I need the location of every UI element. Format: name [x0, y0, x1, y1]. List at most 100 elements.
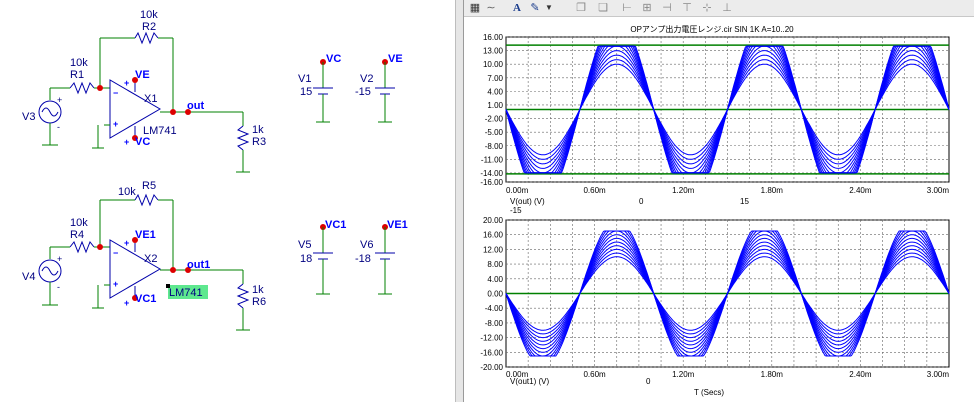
svg-text:+: +: [57, 95, 62, 105]
transient-plots[interactable]: OPアンプ出力電圧レンジ.cir SIN 1K A=10..20 16.00 13…: [464, 17, 974, 402]
r5-value: 10k: [118, 186, 136, 198]
svg-text:-: -: [57, 282, 60, 292]
resistor-r3[interactable]: 1k R3: [236, 112, 266, 173]
plot-vout[interactable]: OPアンプ出力電圧レンジ.cir SIN 1K A=10..20 16.00 13…: [480, 24, 950, 215]
v5-name: V5: [298, 239, 311, 251]
x1-name: X1: [144, 93, 157, 105]
svg-text:+: +: [113, 279, 118, 289]
align-top-icon[interactable]: ⊤: [680, 1, 694, 15]
y-tick-label: -12.00: [480, 334, 503, 343]
r5-name: R5: [142, 180, 156, 192]
x-tick-label: 1.20m: [672, 370, 695, 379]
align-right-icon[interactable]: ⊣: [660, 1, 674, 15]
x1-pos-supply: VE: [135, 69, 150, 81]
opamp-x1[interactable]: − + VE + VC + X1 LM741: [92, 69, 177, 149]
svg-text:+: +: [124, 137, 129, 147]
vout1-trace-label: V(out1) (V): [510, 377, 549, 386]
x2-pos-supply: VE1: [135, 229, 156, 241]
out-node-label: out: [187, 100, 204, 112]
y-tick-label: -14.00: [480, 169, 503, 178]
y-tick-label: -8.00: [485, 319, 504, 328]
x-tick-label: 0.60m: [583, 370, 606, 379]
vout-bottom-value-1: -15: [510, 206, 522, 215]
supply-v5[interactable]: VC1 V5 18: [298, 219, 346, 295]
vout-bottom-value-2: 0: [639, 197, 644, 206]
r1-value: 10k: [70, 57, 88, 69]
pane-splitter[interactable]: [455, 0, 464, 402]
plot-vout-y-ticks: 16.00 13.00 10.00 7.00 4.00 1.00 -2.00 -5.00 -8.…: [480, 33, 503, 187]
y-tick-label: 16.00: [483, 33, 504, 42]
r2-value: 10k: [140, 9, 158, 21]
align-center-icon[interactable]: ⊞: [640, 1, 654, 15]
dropdown-arrow-icon[interactable]: ▼: [544, 1, 554, 15]
y-tick-label: 13.00: [483, 47, 504, 56]
circuit-2: 10k R5 10k R4 V4 + - − + VE1 + VC1 + X2 …: [22, 180, 408, 331]
v1-name: V1: [298, 73, 311, 85]
r4-value: 10k: [70, 217, 88, 229]
r6-value: 1k: [252, 284, 264, 296]
v5-value: 18: [300, 253, 312, 265]
plot-area[interactable]: OPアンプ出力電圧レンジ.cir SIN 1K A=10..20 16.00 13…: [464, 17, 974, 402]
plot-vout1-y-ticks: 20.00 16.00 12.00 8.00 4.00 0.00 -4.00 -8.00 -12…: [480, 216, 503, 372]
y-tick-label: 8.00: [487, 260, 503, 269]
y-tick-label: -4.00: [485, 304, 504, 313]
analysis-window: ▦ ∼ A ✎ ▼ ❐ ❏ ⊢ ⊞ ⊣ ⊤ ⊹ ⊥ OPアンプ出力電圧レンジ.c…: [464, 0, 974, 402]
x2-name: X2: [144, 253, 157, 265]
spell-icon[interactable]: ✎: [528, 1, 542, 15]
x-tick-label: 1.80m: [761, 370, 784, 379]
y-tick-label: -2.00: [485, 115, 504, 124]
supply-v6[interactable]: VE1 V6 -18: [355, 219, 408, 295]
r3-value: 1k: [252, 124, 264, 136]
align-left-icon[interactable]: ⊢: [620, 1, 634, 15]
v3-name: V3: [22, 111, 35, 123]
paste-icon[interactable]: ❏: [596, 1, 610, 15]
y-tick-label: 4.00: [487, 87, 503, 96]
y-tick-label: 10.00: [483, 60, 504, 69]
y-tick-label: -11.00: [481, 155, 504, 164]
align-middle-icon[interactable]: ⊹: [700, 1, 714, 15]
svg-text:+: +: [113, 119, 118, 129]
x-tick-label: 0.60m: [583, 186, 606, 195]
circuit-1: 10k R2 10k R1 V3 + - − + VE + VC + X1 LM…: [22, 9, 403, 173]
r1-name: R1: [70, 69, 84, 81]
schematic-canvas[interactable]: .w { stroke:#008000; stroke-width:1; fil…: [0, 0, 455, 402]
r4-name: R4: [70, 229, 84, 241]
grid-menu-icon[interactable]: ▦: [468, 1, 482, 15]
out1-node-label: out1: [187, 259, 210, 271]
svg-text:+: +: [124, 78, 129, 88]
schematic-editor[interactable]: .w { stroke:#008000; stroke-width:1; fil…: [0, 0, 455, 402]
y-tick-label: -16.00: [480, 178, 503, 187]
curve-icon[interactable]: ∼: [484, 1, 498, 15]
x-tick-label: 0.00m: [506, 186, 529, 195]
supply-v2[interactable]: VE V2 -15: [355, 53, 403, 123]
v4-name: V4: [22, 271, 35, 283]
copy-icon[interactable]: ❐: [574, 1, 588, 15]
y-tick-label: 4.00: [487, 275, 503, 284]
y-tick-label: 16.00: [483, 231, 504, 240]
x2-model: LM741: [169, 287, 203, 299]
x-tick-label: 3.00m: [927, 186, 950, 195]
r6-name: R6: [252, 296, 266, 308]
v2-name: V2: [360, 73, 373, 85]
x-tick-label: 1.80m: [761, 186, 784, 195]
align-bottom-icon[interactable]: ⊥: [720, 1, 734, 15]
source-v3[interactable]: V3 + -: [22, 88, 62, 146]
y-tick-label: -8.00: [485, 142, 504, 151]
source-v4[interactable]: V4 + -: [22, 247, 62, 306]
font-icon[interactable]: A: [510, 1, 524, 15]
svg-text:+: +: [124, 238, 129, 248]
svg-text:+: +: [57, 254, 62, 264]
plot-vout1[interactable]: 20.00 16.00 12.00 8.00 4.00 0.00 -4.00 -8.00 -12…: [480, 216, 950, 397]
svg-text:-: -: [57, 122, 60, 132]
y-tick-label: -5.00: [485, 128, 504, 137]
resistor-r1[interactable]: 10k R1: [50, 57, 110, 95]
y-tick-label: 7.00: [487, 74, 503, 83]
resistor-r6[interactable]: 1k R6: [236, 270, 266, 331]
vout-bottom-value-3: 15: [740, 197, 749, 206]
vout1-bottom-value: 0: [646, 377, 651, 386]
y-tick-label: -16.00: [480, 348, 503, 357]
supply-v1[interactable]: VC V1 15: [298, 53, 341, 123]
svg-text:−: −: [113, 88, 118, 98]
resistor-r4[interactable]: 10k R4: [50, 217, 110, 254]
y-tick-label: 12.00: [483, 245, 504, 254]
